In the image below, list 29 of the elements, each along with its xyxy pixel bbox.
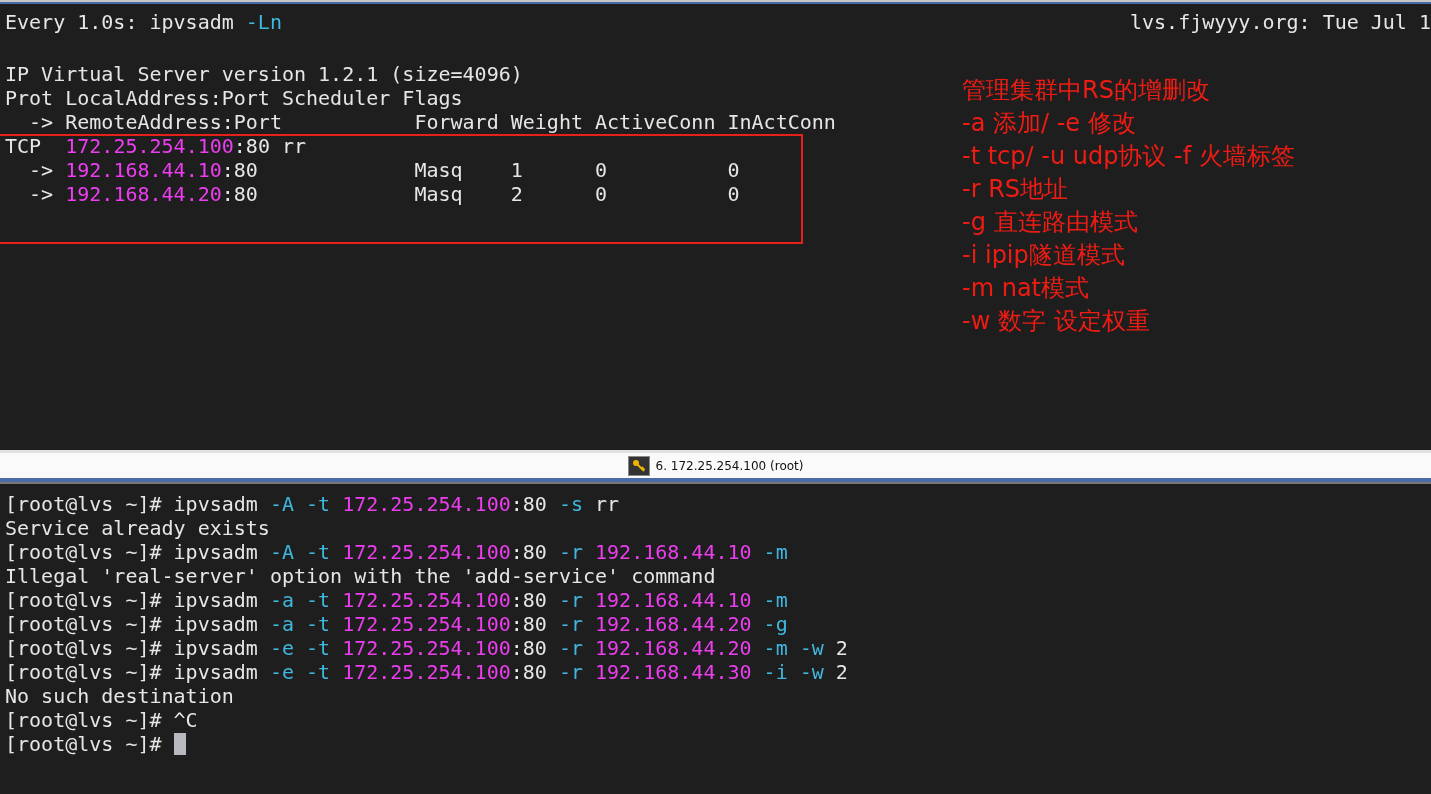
annotation-text: 管理集群中RS的增删改 — [962, 75, 1211, 106]
annotation-text: -w 数字 设定权重 — [962, 306, 1151, 337]
annotation-text: -a 添加/ -e 修改 — [962, 108, 1137, 139]
key-icon — [627, 455, 650, 476]
terminal-line: lvs.fjwyyy.org: Tue Jul 1 — [1129, 10, 1431, 34]
annotation-text: -t tcp/ -u udp协议 -f 火墙标签 — [962, 141, 1295, 172]
terminal-line: Every 1.0s: ipvsadm -Ln — [5, 10, 282, 34]
annotation-text: -g 直连路由模式 — [962, 207, 1139, 238]
terminal-line: TCP 172.25.254.100:80 rr — [5, 134, 308, 158]
terminal-line: [root@lvs ~]# ipvsadm -A -t 172.25.254.100:80 -s rr — [5, 492, 620, 516]
annotation-text: -i ipip隧道模式 — [962, 240, 1126, 271]
annotation-text: -r RS地址 — [962, 174, 1070, 205]
terminal-line: [root@lvs ~]# ^C — [5, 708, 198, 732]
terminal-line: -> 192.168.44.10:80 Masq 1 0 0 — [28, 158, 741, 182]
terminal-line: [root@lvs ~]# ipvsadm -A -t 172.25.254.100:80 -r 192.168.44.10 -m — [5, 540, 788, 564]
terminal-line: [root@lvs ~]# ipvsadm -e -t 172.25.254.100:80 -r 192.168.44.30 -i -w 2 — [5, 660, 848, 684]
terminal-line: Service already exists — [5, 516, 270, 540]
session-title[interactable]: 6. 172.25.254.100 (root) — [655, 458, 804, 473]
annotation-text: -m nat模式 — [962, 273, 1090, 304]
terminal-line: No such destination — [5, 684, 234, 708]
terminal-line: IP Virtual Server version 1.2.1 (size=4096) — [5, 62, 524, 86]
terminal-line: [root@lvs ~]# — [5, 732, 163, 756]
terminal-line: [root@lvs ~]# ipvsadm -a -t 172.25.254.100:80 -r 192.168.44.10 -m — [5, 588, 788, 612]
terminal-line: Illegal 'real-server' option with the 'add-service' command — [5, 564, 716, 588]
terminal-line: -> 192.168.44.20:80 Masq 2 0 0 — [28, 182, 741, 206]
terminal-line: -> RemoteAddress:Port Forward Weight ActiveConn InActConn — [28, 110, 837, 134]
terminal-line: [root@lvs ~]# ipvsadm -e -t 172.25.254.100:80 -r 192.168.44.20 -m -w 2 — [5, 636, 848, 660]
terminal-line: Prot LocalAddress:Port Scheduler Flags — [5, 86, 464, 110]
terminal-line: [root@lvs ~]# ipvsadm -a -t 172.25.254.100:80 -r 192.168.44.20 -g — [5, 612, 788, 636]
